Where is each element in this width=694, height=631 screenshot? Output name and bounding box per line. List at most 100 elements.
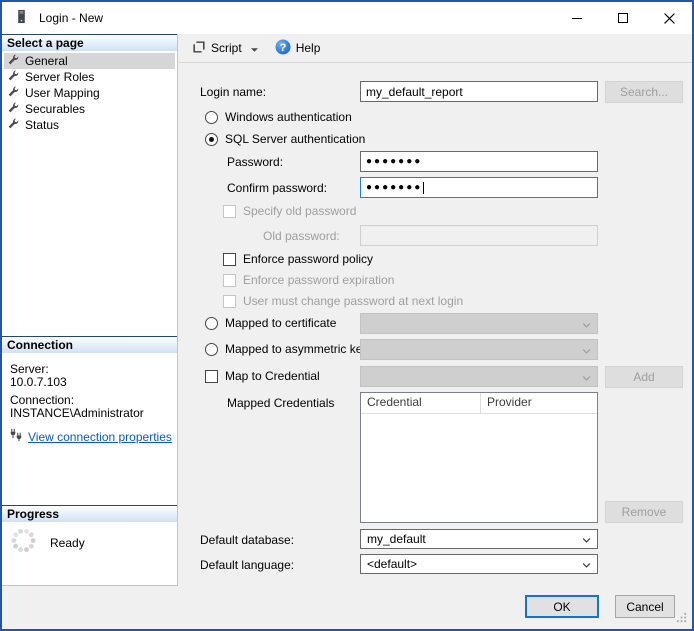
sidebar-item-user-mapping[interactable]: User Mapping <box>4 85 175 101</box>
map-to-credential-checkbox[interactable]: Map to Credential <box>205 369 320 383</box>
specify-old-password-label: Specify old password <box>243 204 356 218</box>
chevron-down-icon <box>582 317 591 331</box>
enforce-expiration-checkbox: Enforce password expiration <box>223 273 394 287</box>
map-to-credential-label: Map to Credential <box>225 369 320 383</box>
password-label: Password: <box>227 155 283 169</box>
sql-auth-radio[interactable]: SQL Server authentication <box>205 132 365 146</box>
toolbar: Script ? Help <box>179 34 692 63</box>
default-database-dropdown[interactable]: my_default <box>360 529 598 549</box>
progress-spinner-icon <box>10 527 37 557</box>
radio-icon <box>205 343 218 356</box>
wrench-icon <box>8 102 19 116</box>
credentials-table-body[interactable] <box>361 414 597 522</box>
radio-icon <box>205 111 218 124</box>
old-password-label: Old password: <box>263 229 340 243</box>
chevron-down-icon <box>582 532 591 546</box>
checkbox-icon <box>223 205 236 218</box>
default-language-label: Default language: <box>200 558 294 572</box>
radio-selected-icon <box>205 133 218 146</box>
enforce-expiration-label: Enforce password expiration <box>243 273 394 287</box>
window-title: Login - New <box>39 11 103 25</box>
chevron-down-icon <box>582 557 591 571</box>
mapped-asymmetric-key-radio[interactable]: Mapped to asymmetric key <box>205 342 368 356</box>
server-label: Server: <box>10 362 49 376</box>
close-button[interactable] <box>646 2 692 34</box>
server-icon <box>14 9 29 27</box>
titlebar[interactable]: Login - New <box>2 2 692 34</box>
sidebar-item-status[interactable]: Status <box>4 117 175 133</box>
svg-text:?: ? <box>279 42 286 54</box>
radio-icon <box>205 317 218 330</box>
enforce-policy-checkbox[interactable]: Enforce password policy <box>223 252 373 266</box>
sidebar-item-securables[interactable]: Securables <box>4 101 175 117</box>
login-name-label: Login name: <box>200 85 266 99</box>
sidebar-item-label: User Mapping <box>25 86 100 100</box>
confirm-password-input[interactable]: ●●●●●●● <box>360 177 598 198</box>
add-button: Add <box>605 366 683 388</box>
connection-properties-icon <box>9 428 23 445</box>
checkbox-icon <box>223 274 236 287</box>
windows-auth-label: Windows authentication <box>225 110 352 124</box>
must-change-label: User must change password at next login <box>243 294 463 308</box>
sql-auth-label: SQL Server authentication <box>225 132 365 146</box>
confirm-masked-value: ●●●●●●● <box>366 182 422 193</box>
maximize-button[interactable] <box>600 2 646 34</box>
footer-bar: OK Cancel <box>2 586 692 629</box>
script-button[interactable]: Script <box>188 37 262 60</box>
must-change-checkbox: User must change password at next login <box>223 294 463 308</box>
login-name-input[interactable] <box>360 81 598 102</box>
remove-button: Remove <box>605 501 683 523</box>
default-database-label: Default database: <box>200 533 294 547</box>
sidebar-item-label: Securables <box>25 102 85 116</box>
wrench-icon <box>8 54 19 68</box>
ok-button[interactable]: OK <box>525 595 599 618</box>
sidebar-item-label: General <box>25 54 68 68</box>
windows-auth-radio[interactable]: Windows authentication <box>205 110 352 124</box>
mapped-asymmetric-key-label: Mapped to asymmetric key <box>225 342 368 356</box>
mapped-certificate-label: Mapped to certificate <box>225 316 336 330</box>
wrench-icon <box>8 70 19 84</box>
certificate-dropdown <box>360 313 598 334</box>
column-header-provider: Provider <box>481 393 538 413</box>
asymmetric-key-dropdown <box>360 339 598 360</box>
view-connection-properties-link[interactable]: View connection properties <box>28 430 172 444</box>
help-icon: ? <box>275 39 291 58</box>
password-input[interactable]: ●●●●●●● <box>360 151 598 172</box>
column-header-credential: Credential <box>361 393 481 413</box>
help-button[interactable]: ? Help <box>271 36 325 61</box>
connection-header: Connection <box>2 336 177 353</box>
checkbox-icon <box>205 370 218 383</box>
text-caret <box>423 182 424 194</box>
progress-header: Progress <box>2 505 177 522</box>
connection-label: Connection: <box>10 393 74 407</box>
chevron-down-icon <box>251 41 258 55</box>
cancel-button[interactable]: Cancel <box>615 595 675 618</box>
resize-grip[interactable] <box>676 612 687 626</box>
table-header: Credential Provider <box>361 393 597 414</box>
script-label: Script <box>211 41 242 55</box>
specify-old-password-checkbox: Specify old password <box>223 204 356 218</box>
login-new-dialog: Login - New Select a page General Server… <box>0 0 694 631</box>
old-password-input <box>360 225 598 246</box>
sidebar-item-general[interactable]: General <box>4 53 175 69</box>
select-a-page-header: Select a page <box>2 34 177 51</box>
search-button: Search... <box>605 81 683 103</box>
password-masked-value: ●●●●●●● <box>366 156 422 167</box>
connection-value: INSTANCE\Administrator <box>10 406 144 420</box>
sidebar-item-label: Status <box>25 118 59 132</box>
default-database-value: my_default <box>367 532 582 546</box>
default-language-dropdown[interactable]: <default> <box>360 554 598 574</box>
sidebar-item-label: Server Roles <box>25 70 94 84</box>
server-value: 10.0.7.103 <box>10 375 67 389</box>
checkbox-icon <box>223 253 236 266</box>
mapped-certificate-radio[interactable]: Mapped to certificate <box>205 316 336 330</box>
chevron-down-icon <box>582 343 591 357</box>
credential-dropdown <box>360 366 598 387</box>
sidebar-item-server-roles[interactable]: Server Roles <box>4 69 175 85</box>
mapped-credentials-table: Credential Provider <box>360 392 598 523</box>
enforce-policy-label: Enforce password policy <box>243 252 373 266</box>
wrench-icon <box>8 86 19 100</box>
main-panel: Script ? Help Login name: Search... Wind… <box>179 34 692 586</box>
chevron-down-icon <box>582 370 591 384</box>
minimize-button[interactable] <box>554 2 600 34</box>
